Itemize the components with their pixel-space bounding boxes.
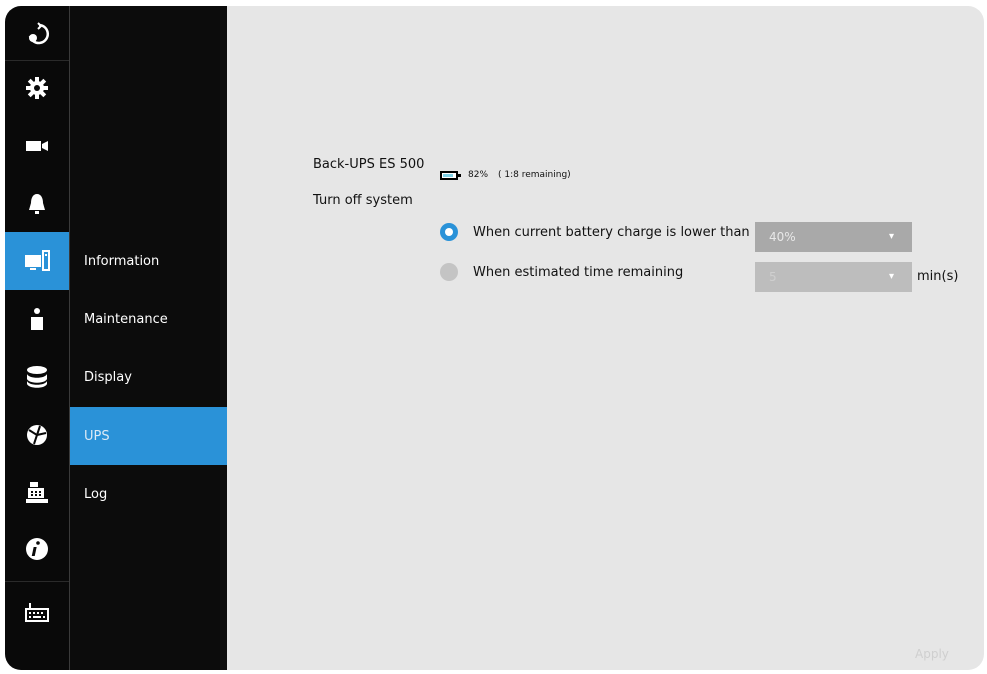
main-nav-bar	[5, 6, 69, 670]
battery-status: 82% ( 1:8 remaining)	[440, 170, 571, 180]
submenu-item-log[interactable]: Log	[70, 465, 227, 523]
nav-info[interactable]	[5, 520, 69, 578]
turn-off-label: Turn off system	[313, 193, 413, 208]
battery-charge-radio[interactable]	[440, 223, 458, 241]
alarm-bell-icon	[29, 194, 45, 214]
camera-icon	[26, 141, 48, 151]
battery-charge-value: 40%	[769, 230, 796, 244]
submenu-item-label: Information	[84, 253, 160, 269]
app-window: Information Maintenance Display UPS Log …	[5, 6, 984, 670]
system-computer-icon	[25, 250, 50, 271]
nav-camera[interactable]	[5, 117, 69, 175]
time-remaining-radio[interactable]	[440, 263, 458, 281]
back-button[interactable]	[5, 6, 69, 64]
submenu-item-label: Log	[84, 486, 108, 502]
time-unit-label: min(s)	[917, 269, 959, 284]
pos-register-icon	[26, 482, 48, 503]
network-globe-icon	[27, 425, 47, 445]
info-icon	[26, 538, 48, 560]
keyboard-icon	[25, 603, 49, 622]
nav-alarm[interactable]	[5, 175, 69, 233]
chevron-down-icon: ▾	[888, 231, 894, 242]
nav-settings[interactable]	[5, 59, 69, 117]
submenu-item-maintenance[interactable]: Maintenance	[70, 290, 227, 348]
time-remaining-value: 5	[769, 270, 777, 284]
user-icon	[31, 308, 43, 330]
submenu-item-information[interactable]: Information	[70, 232, 227, 290]
battery-charge-label: When current battery charge is lower tha…	[473, 224, 750, 240]
ups-device-name: Back-UPS ES 500	[313, 157, 425, 172]
system-submenu: Information Maintenance Display UPS Log	[70, 6, 227, 670]
submenu-item-label: Maintenance	[84, 311, 168, 327]
chevron-down-icon: ▾	[888, 271, 894, 282]
nav-user[interactable]	[5, 290, 69, 348]
settings-gear-icon	[26, 77, 48, 99]
option-battery-charge[interactable]: When current battery charge is lower tha…	[440, 223, 750, 241]
storage-icon	[27, 366, 47, 388]
battery-remaining: ( 1:8 remaining)	[498, 170, 571, 180]
nav-keyboard[interactable]	[5, 583, 69, 641]
submenu-item-ups[interactable]: UPS	[70, 407, 227, 465]
ups-settings-panel: Back-UPS ES 500 82% ( 1:8 remaining) Tur…	[227, 6, 984, 670]
back-icon	[28, 22, 50, 45]
divider	[5, 581, 69, 582]
nav-pos[interactable]	[5, 464, 69, 522]
submenu-item-label: UPS	[84, 428, 110, 444]
nav-system[interactable]	[5, 232, 69, 290]
battery-percent: 82%	[468, 170, 489, 180]
time-remaining-label: When estimated time remaining	[473, 264, 684, 280]
nav-network[interactable]	[5, 406, 69, 464]
battery-charge-select[interactable]: 40% ▾	[755, 222, 912, 252]
apply-button[interactable]: Apply	[915, 647, 949, 661]
option-time-remaining[interactable]: When estimated time remaining	[440, 263, 683, 281]
battery-icon	[440, 170, 461, 180]
submenu-item-label: Display	[84, 369, 132, 385]
submenu-item-display[interactable]: Display	[70, 348, 227, 406]
nav-storage[interactable]	[5, 348, 69, 406]
time-remaining-select[interactable]: 5 ▾	[755, 262, 912, 292]
